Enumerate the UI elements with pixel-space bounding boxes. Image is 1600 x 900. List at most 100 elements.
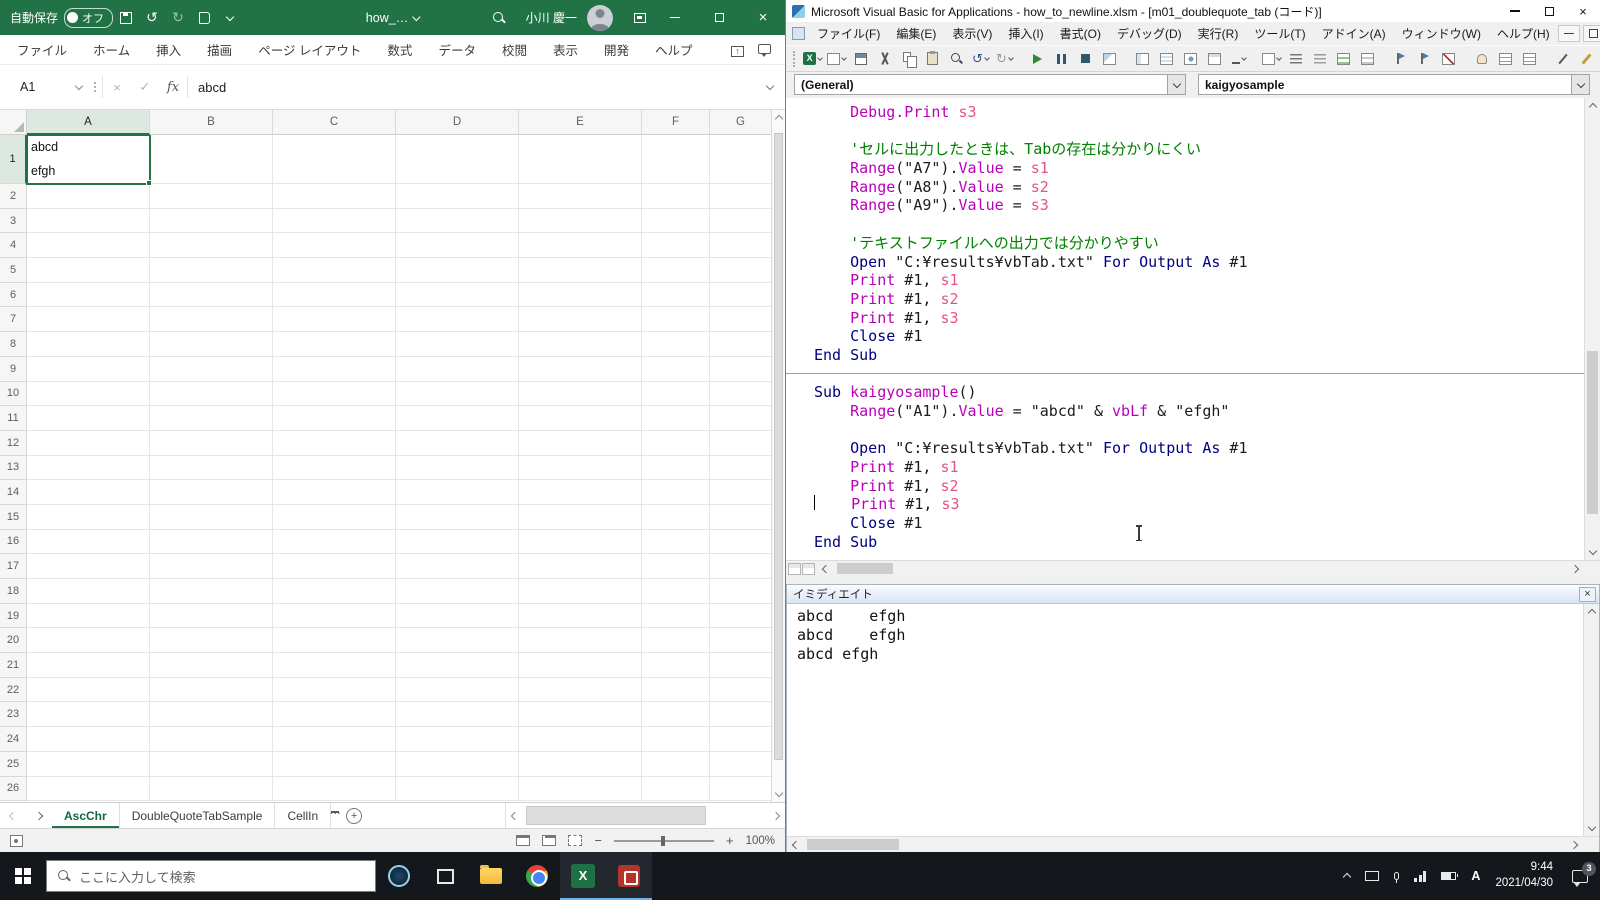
cell-E17[interactable] [519,554,642,579]
design-mode-button[interactable] [1098,48,1121,70]
cell-D26[interactable] [396,777,519,802]
minimize-button[interactable] [653,0,697,35]
document-title[interactable]: how_… [366,11,419,25]
microphone-tray-button[interactable] [1394,872,1399,880]
cell-E10[interactable] [519,382,642,407]
immediate-vertical-scrollbar[interactable] [1583,604,1599,836]
cell-F8[interactable] [642,332,710,357]
cell-F7[interactable] [642,307,710,332]
cell-D1[interactable] [396,135,519,184]
scroll-right-button[interactable] [767,813,785,819]
procedure-combo[interactable]: kaigyosample [1198,74,1590,95]
excel-taskbar-button[interactable]: X [560,852,606,900]
zoom-slider-knob[interactable] [661,836,665,846]
cell-G19[interactable] [710,604,771,629]
scroll-left-button[interactable] [506,813,524,819]
code-line-18[interactable] [814,421,1584,440]
scroll-up-button[interactable] [1585,98,1600,114]
cell-A13[interactable] [27,456,150,481]
scroll-up-button[interactable] [1584,604,1599,620]
immediate-line-2[interactable]: abcd efgh [797,626,1583,645]
cell-E12[interactable] [519,431,642,456]
cell-C14[interactable] [273,480,396,505]
col-header-B[interactable]: B [150,110,273,135]
cell-D23[interactable] [396,702,519,727]
cortana-button[interactable] [376,852,422,900]
taskbar-clock[interactable]: 9:44 2021/04/30 [1495,860,1553,891]
immediate-line-1[interactable]: abcd efgh [797,607,1583,626]
list-properties-button[interactable] [1260,48,1283,70]
enter-button[interactable]: ✓ [131,79,159,95]
copy-button[interactable] [897,48,920,70]
cell-C1[interactable] [273,135,396,184]
cell-A19[interactable] [27,604,150,629]
cell-B5[interactable] [150,258,273,283]
cell-E1[interactable] [519,135,642,184]
avatar[interactable] [587,5,613,31]
scroll-left-button[interactable] [817,566,835,572]
immediate-close-button[interactable]: × [1579,587,1596,602]
row-header-13[interactable]: 13 [0,456,27,481]
cell-G4[interactable] [710,233,771,258]
toolbar-options-button[interactable] [1227,48,1250,70]
cell-G9[interactable] [710,357,771,382]
row-header-8[interactable]: 8 [0,332,27,357]
row-header-21[interactable]: 21 [0,653,27,678]
cell-G14[interactable] [710,480,771,505]
uncomment-block-button[interactable] [1356,48,1379,70]
pen-button[interactable] [1551,48,1574,70]
battery-tray-button[interactable] [1441,872,1456,880]
cell-E15[interactable] [519,505,642,530]
cell-E25[interactable] [519,752,642,777]
code-line-21[interactable]: Print #1, s2 [814,477,1584,496]
child-restore-button[interactable] [1583,25,1600,42]
cell-A2[interactable] [27,184,150,209]
code-line-1[interactable]: Debug.Print s3 [814,103,1584,122]
zoom-out-button[interactable]: − [594,833,602,848]
scroll-down-button[interactable] [1584,820,1599,836]
cell-E4[interactable] [519,233,642,258]
cell-D16[interactable] [396,530,519,555]
hand-button[interactable] [1470,48,1493,70]
toolbox-button[interactable] [1203,48,1226,70]
zoom-slider[interactable] [614,840,714,842]
maximize-button[interactable] [1532,0,1566,22]
cell-B8[interactable] [150,332,273,357]
cell-A17[interactable] [27,554,150,579]
redo-button[interactable] [993,48,1016,70]
zoom-level[interactable]: 100% [746,835,775,847]
cell-F25[interactable] [642,752,710,777]
cell-A6[interactable] [27,283,150,308]
cell-A20[interactable] [27,628,150,653]
cell-F5[interactable] [642,258,710,283]
row-header-17[interactable]: 17 [0,554,27,579]
cell-G23[interactable] [710,702,771,727]
search-button[interactable] [486,0,512,35]
row-header-4[interactable]: 4 [0,233,27,258]
combo-dropdown-button[interactable] [1571,75,1589,94]
cancel-button[interactable]: × [103,80,131,95]
cell-C3[interactable] [273,209,396,234]
sheet-nav-next-button[interactable] [26,803,52,828]
col-header-D[interactable]: D [396,110,519,135]
scroll-down-button[interactable] [772,786,785,802]
cell-A5[interactable] [27,258,150,283]
row-header-23[interactable]: 23 [0,702,27,727]
scroll-thumb[interactable] [526,806,706,825]
sheet-horizontal-scrollbar[interactable] [505,803,785,828]
sheet-vertical-scrollbar[interactable] [771,110,785,802]
combo-dropdown-button[interactable] [1167,75,1185,94]
cell-G17[interactable] [710,554,771,579]
cell-B18[interactable] [150,579,273,604]
cell-C8[interactable] [273,332,396,357]
ribbon-tab-0[interactable]: ファイル [4,34,80,65]
scroll-track[interactable] [1585,114,1600,544]
scroll-thumb[interactable] [807,839,899,850]
cell-E26[interactable] [519,777,642,802]
cell-B12[interactable] [150,431,273,456]
cell-B23[interactable] [150,702,273,727]
vba-menu-item-8[interactable]: アドイン(A) [1314,22,1394,45]
code-line-10[interactable]: Print #1, s1 [814,271,1584,290]
user-name[interactable]: 小川 慶一 [526,9,577,26]
code-line-16[interactable]: Sub kaigyosample() [814,383,1584,402]
